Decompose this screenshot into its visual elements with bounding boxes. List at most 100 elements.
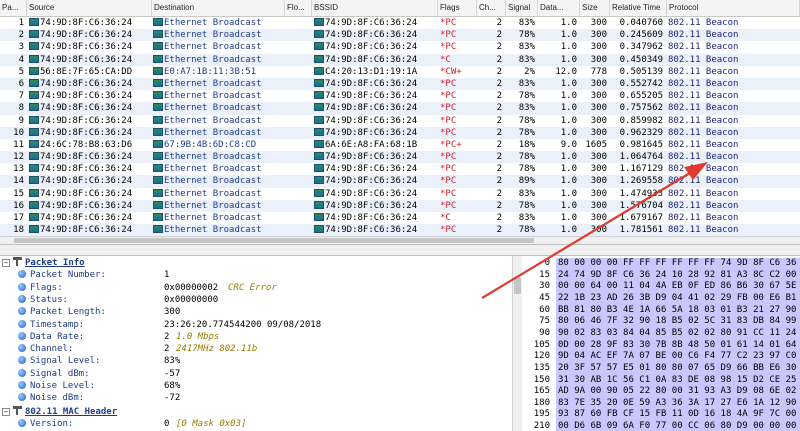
table-row[interactable]: 7 74:9D:8F:C6:36:24 Ethernet Broadcast 74:9… (0, 90, 800, 103)
detail-field[interactable]: Status: 0x00000000 (18, 294, 218, 306)
cell-source: 74:9D:8F:C6:36:24 (29, 200, 151, 212)
hex-line[interactable]: 15 24 74 9D 8F C6 36 24 10 28 92 81 A3 8C… (522, 269, 800, 282)
hex-line[interactable]: 60 BB 81 80 B3 4E 1A 66 5A 18 03 01 B3 21… (522, 304, 800, 317)
section-title[interactable]: Packet Info (25, 258, 85, 268)
pane-splitter[interactable] (0, 244, 800, 256)
table-row[interactable]: 13 74:9D:8F:C6:36:24 Ethernet Broadcast 74:… (0, 163, 800, 176)
cell-destination-text: Ethernet Broadcast (164, 213, 262, 223)
packet-details-pane[interactable]: − Packet Info − 802.11 MAC Header Version:… (0, 256, 512, 431)
cell-bssid: 74:9D:8F:C6:36:24 (314, 188, 437, 200)
column-header[interactable]: Relative Time (610, 0, 667, 16)
cell-signal: 78% (518, 115, 535, 126)
hex-line[interactable]: 165 AD 9A 00 90 05 22 80 00 31 93 A3 D9 0… (522, 386, 800, 398)
details-vertical-scrollbar[interactable] (512, 256, 522, 431)
cell-packet-number: 12 (13, 152, 24, 163)
detail-field-version[interactable]: Version: 0 [0 Mask 0x03] (18, 418, 246, 430)
network-node-icon (29, 30, 39, 39)
table-row[interactable]: 10 74:9D:8F:C6:36:24 Ethernet Broadcast 74:… (0, 126, 800, 139)
hex-dump-pane[interactable]: 0 80 00 00 00 FF FF FF FF FF FF 74 9D 8F … (522, 256, 800, 431)
cell-packet-number: 8 (18, 103, 24, 114)
detail-field[interactable]: Flags: 0x00000002 CRC Error (18, 282, 277, 294)
section-mac-header[interactable]: − 802.11 MAC Header (2, 406, 117, 418)
cell-flags: *PC (440, 152, 457, 163)
detail-field[interactable]: Signal dBm: -57 (18, 368, 180, 380)
table-row[interactable]: 17 74:9D:8F:C6:36:24 Ethernet Broadcast 74:… (0, 212, 800, 225)
column-header[interactable]: Pa... (0, 0, 27, 16)
hex-bytes: 20 3F 57 57 E5 01 80 80 07 65 D9 66 BB E… (556, 362, 800, 375)
column-header[interactable]: Source (27, 0, 152, 16)
cell-channel: 2 (496, 103, 502, 114)
field-value: 1 (164, 270, 170, 281)
cell-source-text: 74:9D:8F:C6:36:24 (40, 127, 133, 138)
hex-line[interactable]: 120 9D 04 AC EF 7A 07 BE 00 C6 F4 77 C2 2… (522, 351, 800, 363)
cell-packet-number: 4 (18, 54, 24, 65)
cell-channel: 2 (496, 164, 502, 175)
detail-field[interactable]: Signal Level: 83% (18, 355, 180, 367)
table-row[interactable]: 9 74:9D:8F:C6:36:24 Ethernet Broadcast 74:9… (0, 114, 800, 127)
field-value: -57 (164, 368, 181, 379)
cell-bssid-text: 74:9D:8F:C6:36:24 (325, 188, 418, 199)
hex-line[interactable]: 135 20 3F 57 57 E5 01 80 80 07 65 D9 66 B… (522, 362, 800, 375)
detail-field[interactable]: Data Rate: 2 1.0 Mbps (18, 331, 219, 343)
column-header[interactable]: Size (580, 0, 610, 16)
network-node-icon (153, 225, 163, 234)
network-node-icon (29, 66, 39, 75)
hex-line[interactable]: 150 31 30 AB 1C 56 C1 0A 83 DE 08 98 15 D… (522, 374, 800, 387)
column-header[interactable]: Signal (506, 0, 538, 16)
table-row[interactable]: 8 74:9D:8F:C6:36:24 Ethernet Broadcast 74:9… (0, 102, 800, 115)
cell-protocol: 802.11 Beacon (668, 139, 739, 150)
hex-offset: 195 (533, 409, 550, 420)
cell-size: 1605 (585, 139, 607, 150)
table-row[interactable]: 16 74:9D:8F:C6:36:24 Ethernet Broadcast 74:… (0, 199, 800, 212)
cell-protocol: 802.11 Beacon (668, 115, 739, 126)
cell-destination: Ethernet Broadcast (153, 188, 284, 200)
details-scrollbar-thumb[interactable] (514, 278, 521, 294)
cell-signal: 78% (518, 91, 535, 102)
hex-line[interactable]: 75 80 06 46 7F 32 90 18 B5 02 5C 31 83 DB… (522, 316, 800, 328)
column-header[interactable]: Protocol (667, 0, 800, 16)
column-header[interactable]: BSSID (312, 0, 438, 16)
field-value: 0x00000002 (164, 282, 219, 293)
cell-flags: *PC (440, 127, 457, 138)
horizontal-scrollbar[interactable] (0, 236, 800, 244)
section-packet-info[interactable]: − Packet Info (2, 257, 85, 269)
hex-line[interactable]: 180 83 7E 35 20 0E 59 A3 36 3A 17 27 E6 1… (522, 397, 800, 410)
column-header[interactable]: Destination (152, 0, 285, 16)
detail-field[interactable]: Noise dBm: -72 (18, 392, 180, 404)
hex-line[interactable]: 195 93 87 60 FB CF 15 FB 11 0D 16 18 4A 9… (522, 409, 800, 422)
section-title[interactable]: 802.11 MAC Header (25, 407, 117, 417)
packet-list[interactable]: Pa... Source Destination Flo... BSSID Flags Ch… (0, 0, 800, 244)
table-row[interactable]: 12 74:9D:8F:C6:36:24 Ethernet Broadcast 74:… (0, 151, 800, 164)
table-row[interactable]: 4 74:9D:8F:C6:36:24 Ethernet Broadcast 74:9… (0, 53, 800, 66)
hex-line[interactable]: 90 90 02 83 03 84 04 85 B5 02 02 80 91 CC… (522, 327, 800, 340)
detail-field[interactable]: Packet Number: 1 (18, 269, 169, 281)
field-value: 2 (164, 331, 170, 342)
column-header[interactable]: Ch... (477, 0, 506, 16)
column-header[interactable]: Data... (538, 0, 580, 16)
collapse-toggle-icon[interactable]: − (2, 408, 10, 416)
table-row[interactable]: 14 74:9D:8F:C6:36:24 Ethernet Broadcast 74:… (0, 175, 800, 188)
column-header[interactable]: Flags (438, 0, 477, 16)
table-row[interactable]: 2 74:9D:8F:C6:36:24 Ethernet Broadcast 74:9… (0, 29, 800, 42)
hex-line[interactable]: 210 00 D6 6B 09 6A F0 77 00 CC 06 80 D9 0… (522, 421, 800, 431)
horizontal-scrollbar-thumb[interactable] (14, 238, 534, 243)
collapse-toggle-icon[interactable]: − (2, 259, 10, 267)
detail-field[interactable]: Noise Level: 68% (18, 380, 180, 392)
table-row[interactable]: 18 74:9D:8F:C6:36:24 Ethernet Broadcast 74:… (0, 224, 800, 237)
table-row[interactable]: 15 74:9D:8F:C6:36:24 Ethernet Broadcast 74:… (0, 187, 800, 200)
detail-field[interactable]: Channel: 2 2417MHz 802.11b (18, 343, 257, 355)
network-node-icon (29, 91, 39, 100)
table-row[interactable]: 6 74:9D:8F:C6:36:24 Ethernet Broadcast 74:9… (0, 77, 800, 91)
column-header[interactable]: Flo... (285, 0, 312, 16)
table-row[interactable]: 3 74:9D:8F:C6:36:24 Ethernet Broadcast 74:9… (0, 41, 800, 54)
table-row[interactable]: 5 56:8E:7F:65:CA:DD E0:A7:1B:11:3B:51 C4:20… (0, 65, 800, 78)
cell-size: 300 (590, 127, 607, 138)
detail-field[interactable]: Packet Length: 300 (18, 306, 180, 318)
hex-line[interactable]: 45 22 1B 23 AD 26 3B D9 04 41 02 29 FB 00… (522, 292, 800, 305)
detail-field[interactable]: Timestamp: 23:26:20.774544200 09/08/2018 (18, 319, 321, 331)
hex-line[interactable]: 0 80 00 00 00 FF FF FF FF FF FF 74 9D 8F … (522, 258, 800, 270)
hex-line[interactable]: 30 00 00 64 00 11 04 4A EB 0F ED 86 B6 30… (522, 281, 800, 293)
hex-line[interactable]: 105 0D 00 28 9F 83 30 7B 8B 48 50 01 61 1… (522, 339, 800, 352)
table-row[interactable]: 1 74:9D:8F:C6:36:24 Ethernet Broadcast 74:9… (0, 17, 800, 30)
table-row[interactable]: 11 24:6C:78:B8:63:D6 67:9B:4B:6D:C8:CD 6A:6… (0, 138, 800, 152)
